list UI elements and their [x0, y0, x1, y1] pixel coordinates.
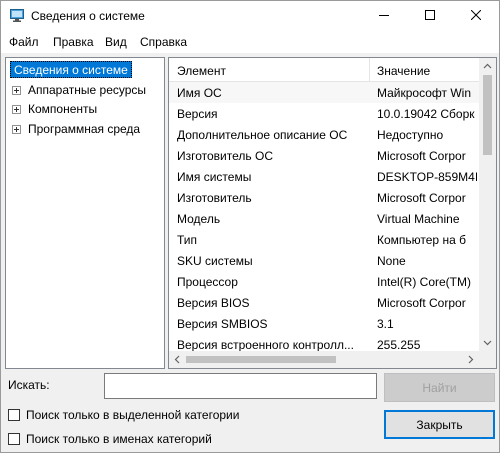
- search-input[interactable]: [104, 373, 377, 399]
- vertical-scroll-thumb[interactable]: [483, 75, 492, 155]
- menu-view[interactable]: Вид: [105, 35, 127, 49]
- details-list[interactable]: Элемент Значение Имя ОС Майкрософт Win Ве…: [168, 57, 497, 369]
- system-info-window: Сведения о системе Файл Правка Вид Справ…: [0, 0, 500, 453]
- table-row[interactable]: Имя системы DESKTOP-859M4I: [169, 166, 479, 187]
- cell-value: 3.1: [377, 317, 394, 331]
- cell-item: Имя ОС: [177, 86, 222, 100]
- horizontal-scroll-thumb[interactable]: [186, 356, 336, 363]
- tree-item-components[interactable]: Компоненты: [12, 100, 97, 118]
- plus-expander-icon[interactable]: [12, 85, 21, 95]
- checkbox-label: Поиск только в выделенной категории: [26, 408, 240, 422]
- column-header-item[interactable]: Элемент: [177, 64, 226, 78]
- menu-file[interactable]: Файл: [9, 35, 39, 49]
- table-row[interactable]: Имя ОС Майкрософт Win: [169, 82, 479, 103]
- vertical-scrollbar[interactable]: [479, 58, 496, 351]
- cell-value: Майкрософт Win: [377, 86, 472, 100]
- window-title: Сведения о системе: [31, 9, 145, 23]
- list-rows: Имя ОС Майкрософт Win Версия 10.0.19042 Сб…: [169, 82, 479, 352]
- system-info-icon: [10, 9, 24, 22]
- cell-item: Версия BIOS: [177, 296, 250, 310]
- cell-item: Тип: [177, 233, 198, 247]
- cell-value: Virtual Machine: [377, 212, 460, 226]
- close-icon: [470, 9, 482, 23]
- cell-value: Компьютер на б: [377, 233, 466, 247]
- column-header-value[interactable]: Значение: [377, 64, 430, 78]
- table-row[interactable]: Дополнительное описание ОС Недоступно: [169, 124, 479, 145]
- table-row[interactable]: Модель Virtual Machine: [169, 208, 479, 229]
- cell-value: DESKTOP-859M4I: [377, 170, 477, 184]
- plus-expander-icon[interactable]: [12, 124, 21, 134]
- table-row[interactable]: Тип Компьютер на б: [169, 229, 479, 250]
- tree-item-label: Компоненты: [28, 102, 98, 116]
- tree-item-software-environment[interactable]: Программная среда: [12, 120, 140, 138]
- table-row[interactable]: Изготовитель Microsoft Corpor: [169, 187, 479, 208]
- cell-value: Intel(R) Core(TM): [377, 275, 472, 289]
- cell-item: Версия встроенного контролл...: [177, 338, 354, 352]
- table-row[interactable]: Изготовитель ОС Microsoft Corpor: [169, 145, 479, 166]
- cell-value: Microsoft Corpor: [377, 296, 466, 310]
- cell-value: None: [377, 254, 406, 268]
- cell-item: Версия: [177, 107, 218, 121]
- cell-value: Недоступно: [377, 128, 444, 142]
- column-divider[interactable]: [369, 58, 370, 82]
- menu-bar: Файл Правка Вид Справка: [1, 31, 499, 53]
- maximize-icon: [425, 9, 435, 23]
- category-tree[interactable]: Сведения о системе Аппаратные ресурсы Ко…: [5, 57, 165, 369]
- find-button[interactable]: Найти: [384, 373, 495, 402]
- tree-item-hardware-resources[interactable]: Аппаратные ресурсы: [12, 81, 146, 99]
- table-row[interactable]: Версия 10.0.19042 Сборк: [169, 103, 479, 124]
- tree-item-label: Программная среда: [28, 122, 141, 136]
- checkbox-selected-category[interactable]: [8, 409, 20, 421]
- cell-value: Microsoft Corpor: [377, 191, 466, 205]
- cell-item: Модель: [177, 212, 221, 226]
- table-row[interactable]: Версия BIOS Microsoft Corpor: [169, 292, 479, 313]
- table-row[interactable]: SKU системы None: [169, 250, 479, 271]
- cell-item: Процессор: [177, 275, 238, 289]
- cell-value: Microsoft Corpor: [377, 149, 466, 163]
- cell-item: Изготовитель ОС: [177, 149, 273, 163]
- minimize-button[interactable]: [361, 1, 407, 31]
- title-bar[interactable]: Сведения о системе: [1, 1, 499, 31]
- table-row[interactable]: Версия SMBIOS 3.1: [169, 313, 479, 334]
- menu-edit[interactable]: Правка: [53, 35, 94, 49]
- menu-help[interactable]: Справка: [140, 35, 187, 49]
- tree-item-system-summary[interactable]: Сведения о системе: [10, 61, 132, 78]
- tree-item-label: Аппаратные ресурсы: [28, 83, 147, 97]
- cell-value: 255.255: [377, 338, 421, 352]
- close-window-button[interactable]: [453, 1, 499, 31]
- list-header: Элемент Значение: [169, 58, 479, 82]
- checkbox-label: Поиск только в именах категорий: [26, 432, 212, 446]
- scroll-corner: [479, 351, 496, 368]
- maximize-button[interactable]: [407, 1, 453, 31]
- cell-item: Версия SMBIOS: [177, 317, 268, 331]
- plus-expander-icon[interactable]: [12, 104, 21, 114]
- horizontal-scrollbar[interactable]: [169, 351, 479, 368]
- option-selected-category[interactable]: Поиск только в выделенной категории: [8, 408, 239, 422]
- option-category-names[interactable]: Поиск только в именах категорий: [8, 432, 212, 446]
- close-button[interactable]: Закрыть: [384, 410, 495, 439]
- cell-item: Изготовитель: [177, 191, 252, 205]
- cell-value: 10.0.19042 Сборк: [377, 107, 475, 121]
- cell-item: SKU системы: [177, 254, 253, 268]
- minimize-icon: [379, 9, 389, 23]
- search-label: Искать:: [8, 378, 50, 392]
- table-row[interactable]: Процессор Intel(R) Core(TM): [169, 271, 479, 292]
- cell-item: Имя системы: [177, 170, 252, 184]
- cell-item: Дополнительное описание ОС: [177, 128, 348, 142]
- checkbox-category-names[interactable]: [8, 433, 20, 445]
- table-row[interactable]: Версия встроенного контролл... 255.255: [169, 334, 479, 352]
